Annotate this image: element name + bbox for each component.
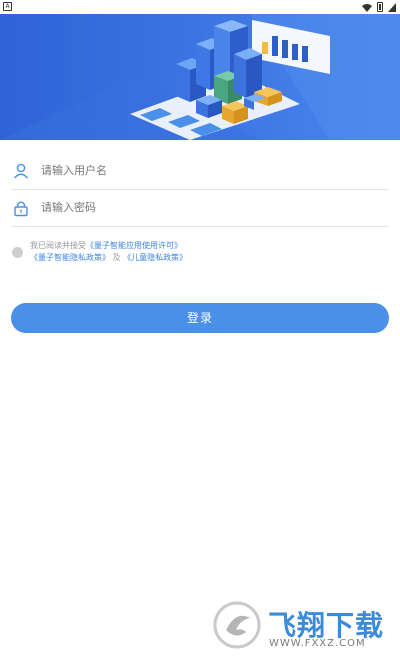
lock-icon xyxy=(14,201,28,216)
login-button[interactable]: 登录 xyxy=(11,303,389,333)
watermark-url: WWW.FXXZ.COM xyxy=(269,638,366,649)
notification-icon: A xyxy=(3,2,12,11)
wifi-icon xyxy=(362,3,372,12)
watermark-logo-icon xyxy=(213,601,261,649)
agreement-text: 我已阅读并接受《量子智能应用使用许可》 《量子智能隐私政策》 及 《儿童隐私政策… xyxy=(30,240,187,264)
agreement-checkbox[interactable] xyxy=(12,247,23,258)
battery-icon xyxy=(377,2,383,12)
password-input[interactable] xyxy=(41,201,388,214)
child-privacy-link[interactable]: 《儿童隐私政策》 xyxy=(123,253,187,262)
username-row xyxy=(12,152,388,190)
agreement-prefix: 我已阅读并接受 xyxy=(30,241,86,250)
header-banner xyxy=(0,14,400,140)
agreement-section: 我已阅读并接受《量子智能应用使用许可》 《量子智能隐私政策》 及 《儿童隐私政策… xyxy=(12,240,388,270)
username-input[interactable] xyxy=(41,164,388,177)
agreement-conjunction: 及 xyxy=(112,253,121,262)
signal-icon xyxy=(388,2,396,12)
status-icons xyxy=(362,1,396,13)
privacy-link[interactable]: 《量子智能隐私政策》 xyxy=(30,253,110,262)
status-bar: A xyxy=(0,0,400,14)
user-icon xyxy=(13,163,29,178)
watermark: 飞翔下载 WWW.FXXZ.COM xyxy=(212,600,392,656)
password-row xyxy=(12,189,388,227)
terms-link[interactable]: 《量子智能应用使用许可》 xyxy=(86,241,182,250)
